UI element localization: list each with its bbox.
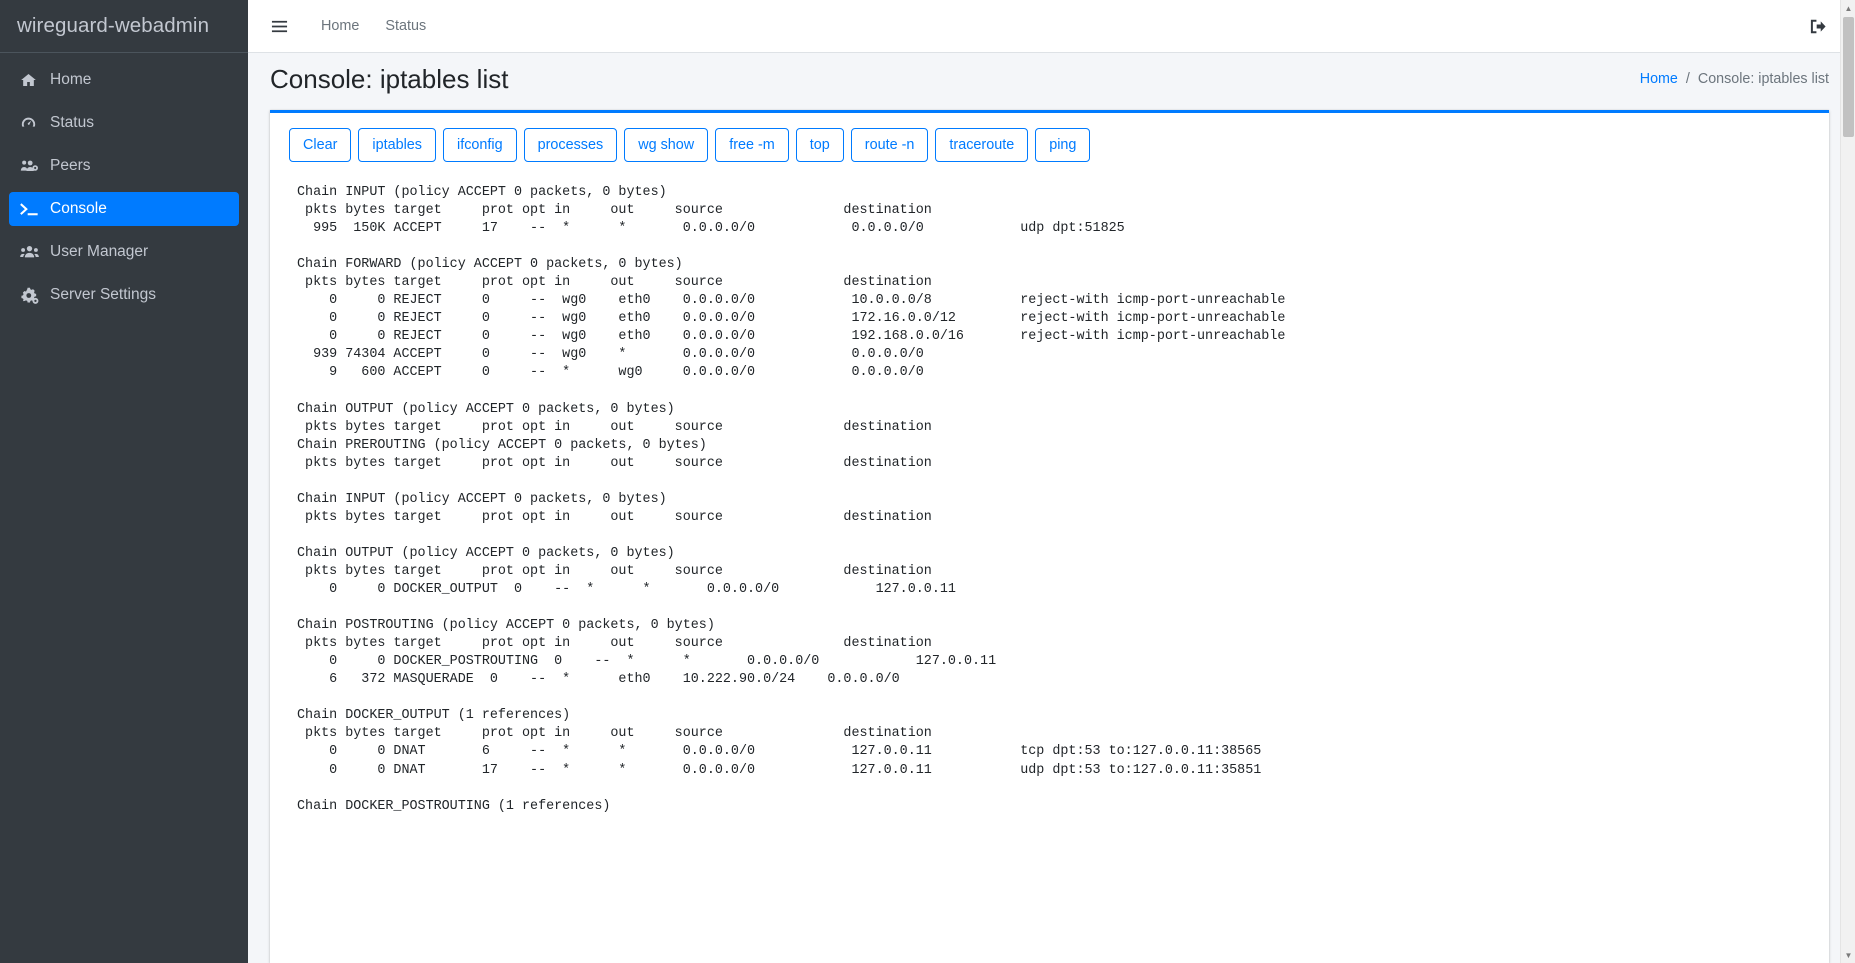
terminal-icon [20, 200, 45, 218]
free-m-button[interactable]: free -m [715, 128, 789, 162]
page-scrollbar[interactable]: ▲ ▼ [1840, 0, 1855, 963]
users-icon [20, 243, 45, 261]
sidebar-item-server-settings[interactable]: Server Settings [9, 278, 239, 312]
breadcrumb-separator: / [1678, 71, 1698, 87]
topbar-link-home[interactable]: Home [308, 18, 372, 34]
console-output-text: Chain INPUT (policy ACCEPT 0 packets, 0 … [297, 184, 1829, 816]
top-button[interactable]: top [796, 128, 844, 162]
topbar-link-status[interactable]: Status [372, 18, 439, 34]
sidebar-item-label: Peers [50, 158, 91, 174]
sidebar-item-label: Status [50, 115, 94, 131]
iptables-button[interactable]: iptables [358, 128, 436, 162]
processes-button[interactable]: processes [524, 128, 618, 162]
sidebar-nav: Home Status Peers Console [0, 53, 248, 321]
peers-icon [20, 157, 45, 175]
page-title: Console: iptables list [270, 66, 508, 92]
sidebar-item-status[interactable]: Status [9, 106, 239, 140]
clear-button[interactable]: Clear [289, 128, 351, 162]
brand-title[interactable]: wireguard-webadmin [0, 0, 248, 53]
scroll-up-arrow-icon[interactable]: ▲ [1841, 0, 1855, 16]
home-icon [20, 71, 45, 89]
ping-button[interactable]: ping [1035, 128, 1090, 162]
breadcrumb-home-link[interactable]: Home [1640, 71, 1678, 87]
sidebar-item-label: User Manager [50, 244, 148, 260]
sidebar-item-peers[interactable]: Peers [9, 149, 239, 183]
app-root: wireguard-webadmin Home Status Peers [0, 0, 1855, 963]
wg-show-button[interactable]: wg show [624, 128, 708, 162]
page-header: Console: iptables list Home / Console: i… [248, 53, 1855, 105]
sidebar-item-label: Server Settings [50, 287, 156, 303]
console-output-area: Chain INPUT (policy ACCEPT 0 packets, 0 … [270, 162, 1829, 963]
route-n-button[interactable]: route -n [851, 128, 929, 162]
gauge-icon [20, 114, 45, 132]
sidebar-item-home[interactable]: Home [9, 63, 239, 97]
cogs-icon [20, 286, 45, 304]
scrollbar-thumb[interactable] [1843, 17, 1854, 137]
ifconfig-button[interactable]: ifconfig [443, 128, 517, 162]
main-content: Home Status Console: iptables list Home … [248, 0, 1855, 963]
sidebar-item-console[interactable]: Console [9, 192, 239, 226]
console-card: Clear iptables ifconfig processes wg sho… [270, 110, 1829, 963]
hamburger-icon[interactable] [266, 13, 292, 39]
breadcrumb: Home / Console: iptables list [1640, 71, 1829, 87]
breadcrumb-current: Console: iptables list [1698, 71, 1829, 87]
sidebar-item-label: Console [50, 201, 107, 217]
top-navbar: Home Status [248, 0, 1855, 53]
scroll-down-arrow-icon[interactable]: ▼ [1841, 947, 1855, 963]
console-command-buttons: Clear iptables ifconfig processes wg sho… [270, 113, 1829, 162]
traceroute-button[interactable]: traceroute [935, 128, 1028, 162]
sidebar-item-label: Home [50, 72, 91, 88]
sidebar: wireguard-webadmin Home Status Peers [0, 0, 248, 963]
sign-out-icon[interactable] [1805, 13, 1831, 39]
sidebar-item-user-manager[interactable]: User Manager [9, 235, 239, 269]
